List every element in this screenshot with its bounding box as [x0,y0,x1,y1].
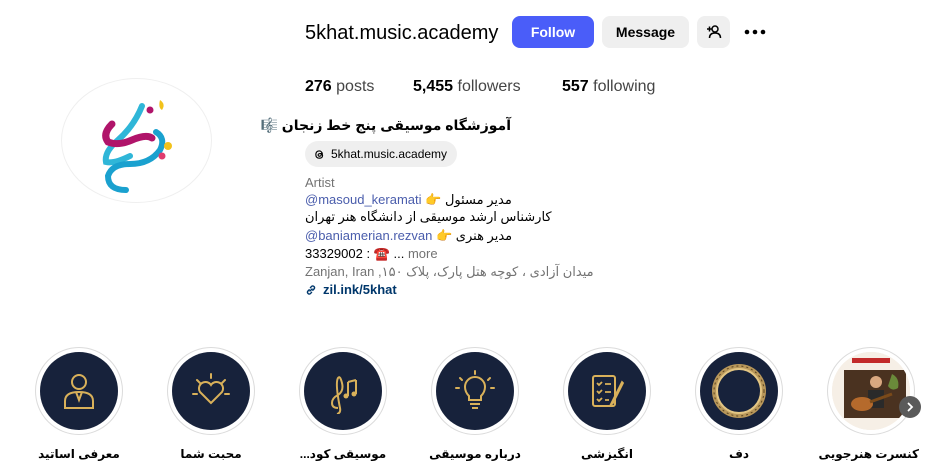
highlight-cover [568,352,646,430]
bio-line-education: کارشناس ارشد موسیقی از دانشگاه هنر تهران [305,209,552,225]
music-notes-icon [330,376,357,414]
highlight-cover [304,352,382,430]
more-options-icon [744,29,766,35]
following-number: 557 [562,78,589,95]
posts-count: 276 posts [305,78,374,96]
more-options-button[interactable] [741,22,769,42]
highlight-kids-music[interactable]: موسیقی کود... [295,347,391,461]
link-text: zil.ink/5khat [323,282,397,297]
highlight-ring [431,347,519,435]
following-count[interactable]: 557 following [562,78,655,96]
threads-icon [315,149,324,159]
bio-line-owner: @masoud_keramati مدیر مسئول 👉 [305,192,512,208]
highlight-ring [167,347,255,435]
threads-badge[interactable]: 5khat.music.academy [305,141,458,167]
profile-username: 5khat.music.academy [305,22,499,44]
education-text: کارشناس ارشد موسیقی از دانشگاه هنر تهران [305,209,552,224]
threads-handle: 5khat.music.academy [331,147,448,161]
bio-line-art-director: @baniamerian.rezvan مدیر هنری 👉 [305,228,512,244]
more-bio-button[interactable]: more [408,246,438,261]
posts-label: posts [336,78,375,95]
highlight-motivation[interactable]: انگیزشی [559,347,655,461]
checklist-icon [592,375,625,407]
profile-avatar[interactable] [61,78,212,203]
highlights-next-button[interactable] [899,396,921,418]
highlight-label: درباره موسیقی [429,447,521,461]
message-button[interactable]: Message [602,16,689,48]
highlight-label: انگیزشی [581,447,633,461]
highlight-cover [832,352,910,430]
art-director-mention-link[interactable]: @baniamerian.rezvan [305,228,432,243]
chevron-right-icon [907,402,914,412]
highlight-cover [172,352,250,430]
academy-logo [101,99,172,193]
link-icon [306,284,316,295]
highlight-cover [436,352,514,430]
highlight-teachers[interactable]: معرفی اساتید [31,347,127,461]
art-director-title: مدیر هنری 👉 [436,228,513,243]
highlight-your-love[interactable]: محبت شما [163,347,259,461]
music-note-icon: 🎼 [260,117,278,133]
followers-label: followers [457,78,521,95]
follow-button[interactable]: Follow [512,16,594,48]
owner-title: مدیر مسئول 👉 [425,192,512,207]
profile-full-name: آموزشگاه موسیقی پنج خط زنجان 🎼 [260,117,511,134]
concert-photo [832,352,910,430]
highlight-label: دف [728,447,750,461]
highlight-ring [563,347,651,435]
highlight-ring [35,347,123,435]
followers-count[interactable]: 5,455 followers [413,78,521,96]
profile-category: Artist [305,175,335,190]
highlight-ring [827,347,915,435]
lightbulb-icon [455,370,495,409]
highlight-label: کنسرت هنرجویی [818,447,919,461]
highlight-about-music[interactable]: درباره موسیقی [427,347,523,461]
profile-address: Zanjan, Iran ,میدان آزادی ، کوچه هتل پار… [305,264,594,279]
teacher-icon [64,374,94,409]
heart-icon [192,373,230,405]
highlight-ring [299,347,387,435]
full-name-text: آموزشگاه موسیقی پنج خط زنجان [281,117,511,133]
bio-line-phone: 33329002 : ☎️ ... more [305,246,438,262]
following-label: following [593,78,656,95]
highlight-daf[interactable]: دف [691,347,787,461]
highlight-label: معرفی اساتید [38,447,120,461]
highlight-label: محبت شما [180,447,242,461]
highlight-cover [700,352,778,430]
followers-number: 5,455 [413,78,454,95]
add-user-icon [706,25,721,39]
posts-number: 276 [305,78,332,95]
phone-text: 33329002 : ☎️ ... [305,246,405,261]
owner-mention-link[interactable]: @masoud_keramati [305,192,422,207]
external-link[interactable]: zil.ink/5khat [305,282,397,297]
highlight-ring [695,347,783,435]
highlight-label: موسیقی کود... [299,447,387,461]
suggest-accounts-button[interactable] [697,16,730,48]
daf-drum-icon [712,364,766,418]
highlight-cover [40,352,118,430]
